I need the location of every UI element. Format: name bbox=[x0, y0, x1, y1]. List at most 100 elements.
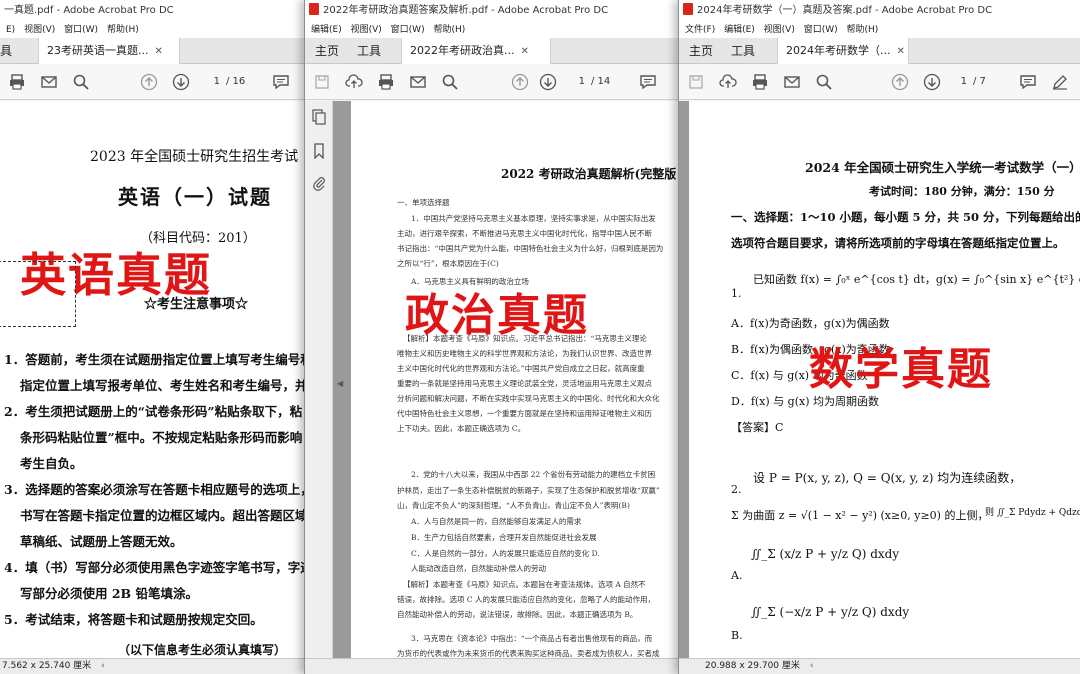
print-icon[interactable] bbox=[377, 73, 395, 91]
window-title: 一真题.pdf - Adobe Acrobat Pro DC bbox=[4, 5, 174, 16]
notice-line: 书写在答题卡指定位置的边框区域内。超出答题区域 bbox=[20, 508, 306, 523]
menu-edit[interactable]: E) bbox=[6, 22, 15, 38]
text-line: 为货币的代表或作为未来货币的代表来购买这种商品。卖者成为债权人，买者成 bbox=[397, 649, 660, 658]
text-line: C．人是自然的一部分，人的发展只能适应自然的变化 D. bbox=[411, 549, 600, 558]
toolbar: 1 / 7 bbox=[679, 64, 1080, 100]
email-icon[interactable] bbox=[783, 73, 801, 91]
text-line: A．马克思主义具有鲜明的政治立场 bbox=[411, 277, 529, 286]
next-page-icon[interactable] bbox=[172, 73, 190, 91]
tab-home[interactable]: 主页 bbox=[689, 38, 713, 64]
close-tab-icon[interactable]: ✕ bbox=[520, 46, 528, 57]
text-line: 代中国特色社会主义思想，一个重要方面就是在坚持和运用辩证唯物主义和历 bbox=[397, 409, 652, 418]
notice-line: 3．选择题的答案必须涂写在答题卡相应题号的选项上， bbox=[4, 482, 306, 497]
prev-page-icon[interactable] bbox=[140, 73, 158, 91]
tab-document[interactable]: 2022年考研政治真... ✕ bbox=[401, 38, 551, 64]
close-tab-icon[interactable]: ✕ bbox=[155, 46, 163, 57]
menu-bar: E) 视图(V) 窗口(W) 帮助(H) bbox=[0, 22, 306, 38]
menu-window[interactable]: 窗口(W) bbox=[804, 22, 838, 38]
email-icon[interactable] bbox=[40, 73, 58, 91]
document-view[interactable]: ◀ 2022 考研政治真题解析(完整版 政治真题 一、单项选择题 1．中国共产党… bbox=[333, 101, 682, 658]
page-number-input[interactable]: 1 bbox=[200, 73, 220, 91]
pdf-page: 2023 年全国硕士研究生招生考试 英语（一）试题 （科目代码：201） 英语真… bbox=[0, 101, 306, 658]
toolbar: 1 / 14 bbox=[305, 64, 682, 100]
save-icon[interactable] bbox=[687, 73, 705, 91]
search-icon[interactable] bbox=[815, 73, 833, 91]
menu-window[interactable]: 窗口(W) bbox=[64, 22, 98, 38]
document-view[interactable]: 2023 年全国硕士研究生招生考试 英语（一）试题 （科目代码：201） 英语真… bbox=[0, 101, 306, 658]
option-a: A．f(x)为奇函数，g(x)为偶函数 bbox=[731, 317, 890, 330]
tab-document[interactable]: 2024年考研数学（... ✕ bbox=[777, 38, 909, 64]
text-line: 自然能动补偿人的劳动，说法错误，故排除。因此，本题正确选项为 B。 bbox=[397, 610, 638, 619]
page-indicator: 1 / 14 bbox=[565, 73, 611, 91]
text-line: 一、单项选择题 bbox=[397, 198, 450, 207]
selection-box bbox=[0, 261, 76, 327]
upload-icon[interactable] bbox=[719, 73, 737, 91]
text-line: 主动，进行艰辛探索，不断推进马克思主义中国化时代化，指导中国人民不断 bbox=[397, 229, 652, 238]
comment-icon[interactable] bbox=[1019, 73, 1037, 91]
menu-view[interactable]: 视图(V) bbox=[764, 22, 795, 38]
menu-help[interactable]: 帮助(H) bbox=[433, 22, 465, 38]
menu-file[interactable]: 文件(F) bbox=[685, 22, 715, 38]
print-icon[interactable] bbox=[8, 73, 26, 91]
scroll-left-icon[interactable]: ‹ bbox=[810, 661, 814, 671]
text-line: 山，青山定不负人”的深刻哲理。“人不负青山，青山定不负人”表明(B) bbox=[397, 501, 630, 510]
prev-page-icon[interactable] bbox=[891, 73, 909, 91]
page-number-input[interactable]: 1 bbox=[947, 73, 967, 91]
document-view[interactable]: 2024 年全国硕士研究生入学统一考试数学（一） 考试时间：180 分钟，满分：… bbox=[679, 101, 1080, 658]
exam-info: 考试时间：180 分钟，满分：150 分 bbox=[869, 185, 1055, 198]
menu-view[interactable]: 视图(V) bbox=[24, 22, 55, 38]
acrobat-window-english: 一真题.pdf - Adobe Acrobat Pro DC E) 视图(V) … bbox=[0, 0, 306, 674]
save-icon[interactable] bbox=[313, 73, 331, 91]
tab-bar: 具 23考研英语一真题... ✕ bbox=[0, 38, 306, 64]
upload-icon[interactable] bbox=[345, 73, 363, 91]
text-line: 2．党的十八大以来，我国从中西部 22 个省份有劳动能力的建档立卡贫困 bbox=[411, 470, 656, 479]
attachment-icon[interactable] bbox=[311, 175, 327, 191]
tab-document[interactable]: 23考研英语一真题... ✕ bbox=[38, 38, 180, 64]
menu-edit[interactable]: 编辑(E) bbox=[724, 22, 755, 38]
tab-tools[interactable]: 工具 bbox=[731, 38, 755, 64]
next-page-icon[interactable] bbox=[923, 73, 941, 91]
search-icon[interactable] bbox=[72, 73, 90, 91]
text-line: 唯物主义和历史唯物主义的科学世界观和方法论，为我们认识世界、改造世界 bbox=[397, 349, 652, 358]
title-bar: 2024年考研数学（一）真题及答案.pdf - Adobe Acrobat Pr… bbox=[679, 0, 1080, 22]
question-number: 2. bbox=[731, 483, 742, 496]
page-thumbnails-icon[interactable] bbox=[311, 109, 327, 125]
prev-page-icon[interactable] bbox=[511, 73, 529, 91]
bookmark-icon[interactable] bbox=[311, 143, 327, 160]
scroll-left-icon[interactable]: ‹ bbox=[101, 661, 105, 671]
text-line: 书记指出：“中国共产党为什么能，中国特色社会主义为什么好，归根到底是因为 bbox=[397, 244, 664, 253]
title-bar: 2022年考研政治真题答案及解析.pdf - Adobe Acrobat Pro… bbox=[305, 0, 682, 22]
notice-line: 考生自负。 bbox=[20, 456, 83, 471]
menu-edit[interactable]: 编辑(E) bbox=[311, 22, 342, 38]
section-heading: 一、选择题：1～10 小题，每小题 5 分，共 50 分，下列每题给出的四 bbox=[731, 210, 1080, 224]
tab-home[interactable]: 主页 bbox=[315, 38, 339, 64]
email-icon[interactable] bbox=[409, 73, 427, 91]
page-total: / 16 bbox=[226, 76, 246, 87]
text-line: 【解析】本题考查《马原》知识点。习近平总书记指出：“马克思主义理论 bbox=[403, 334, 647, 343]
text-line: 护林员，走出了一条生态补偿脱贫的新路子，实现了生态保护和脱贫增收“双赢” bbox=[397, 486, 660, 495]
page-number-input[interactable]: 1 bbox=[565, 73, 585, 91]
pen-icon[interactable] bbox=[1051, 73, 1069, 91]
comment-icon[interactable] bbox=[272, 73, 290, 91]
comment-icon[interactable] bbox=[639, 73, 657, 91]
menu-window[interactable]: 窗口(W) bbox=[391, 22, 425, 38]
menu-help[interactable]: 帮助(H) bbox=[847, 22, 879, 38]
search-icon[interactable] bbox=[441, 73, 459, 91]
menu-view[interactable]: 视图(V) bbox=[351, 22, 382, 38]
tab-tools[interactable]: 工具 bbox=[357, 38, 381, 64]
page-size: 20.988 x 29.700 厘米 bbox=[705, 661, 800, 671]
page-heading: 2023 年全国硕士研究生招生考试 bbox=[90, 149, 299, 165]
page-total: / 14 bbox=[591, 76, 611, 87]
collapse-pane-icon[interactable]: ◀ bbox=[337, 379, 343, 388]
option-b-label: B. bbox=[731, 629, 743, 642]
text-line: B．生产力包括自然要素，合理开发自然能促进社会发展 bbox=[411, 533, 597, 542]
page-indicator: 1 / 7 bbox=[947, 73, 986, 91]
next-page-icon[interactable] bbox=[539, 73, 557, 91]
print-icon[interactable] bbox=[751, 73, 769, 91]
menu-help[interactable]: 帮助(H) bbox=[107, 22, 139, 38]
title-bar: 一真题.pdf - Adobe Acrobat Pro DC bbox=[0, 0, 306, 22]
tab-tools[interactable]: 具 bbox=[0, 38, 12, 64]
close-tab-icon[interactable]: ✕ bbox=[896, 46, 904, 57]
menu-bar: 文件(F) 编辑(E) 视图(V) 窗口(W) 帮助(H) bbox=[679, 22, 1080, 38]
tab-document-label: 23考研英语一真题... bbox=[47, 44, 149, 57]
